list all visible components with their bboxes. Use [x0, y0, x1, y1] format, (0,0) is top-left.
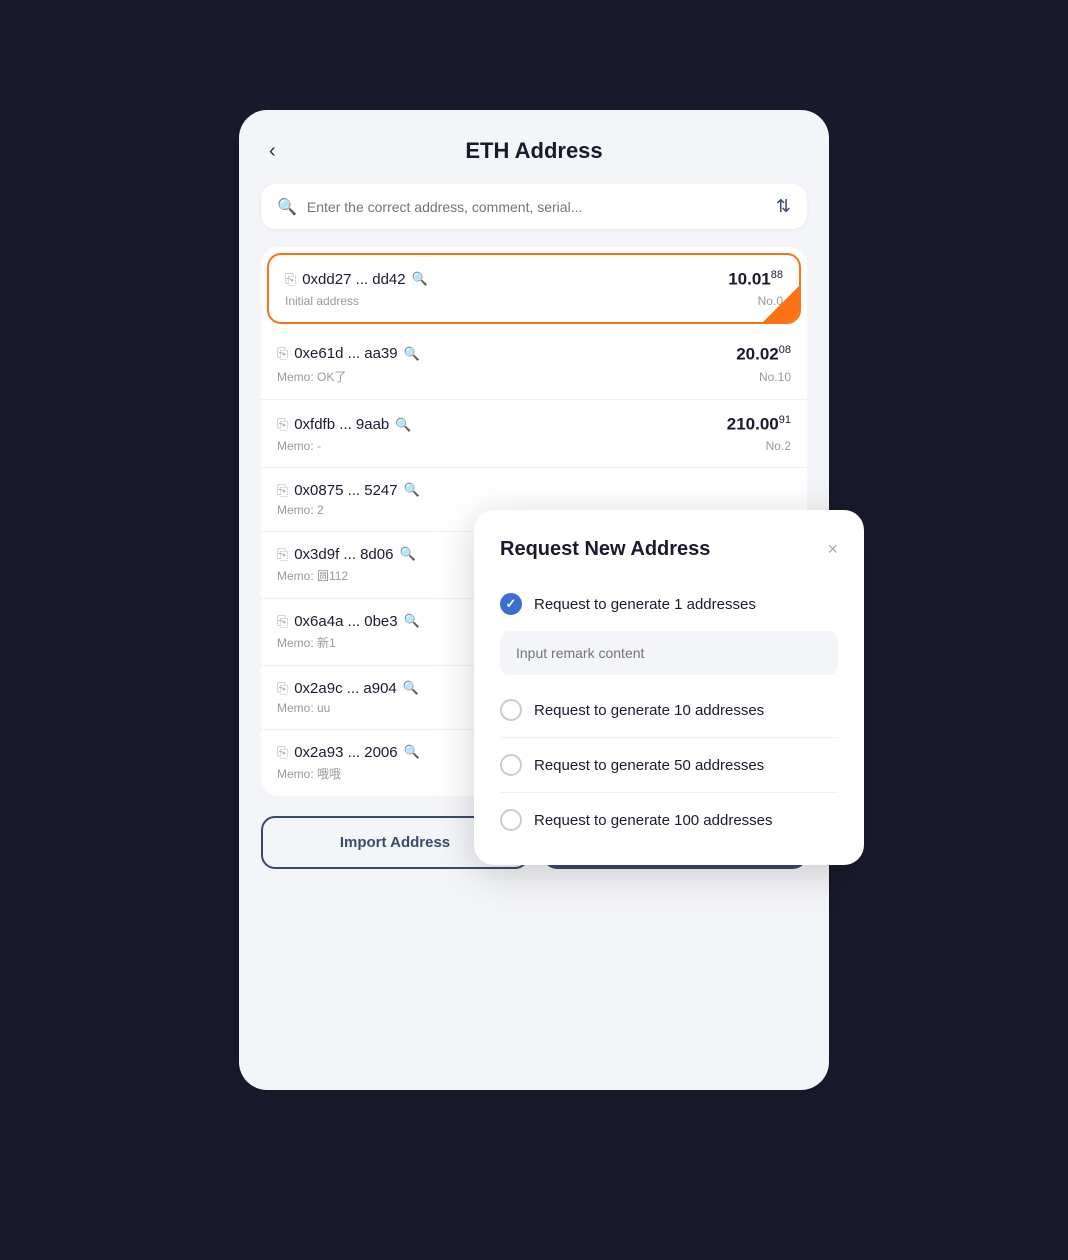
back-button[interactable]: ‹ — [261, 136, 284, 167]
copy-icon[interactable]: ⎘ — [277, 546, 288, 563]
address-text: 0xfdfb ... 9aab — [294, 416, 389, 433]
address-search-icon[interactable]: 🔍 — [395, 417, 411, 433]
modal-card: Request New Address × Request to generat… — [474, 510, 864, 865]
header: ‹ ETH Address — [261, 138, 807, 164]
radio-option[interactable]: Request to generate 50 addresses — [500, 744, 838, 786]
radio-label: Request to generate 50 addresses — [534, 757, 764, 774]
radio-label: Request to generate 10 addresses — [534, 702, 764, 719]
address-amount: 20.0208 — [736, 344, 791, 365]
address-memo: Memo: 哦哦 — [277, 765, 341, 782]
address-number: No.10 — [759, 370, 791, 384]
copy-icon[interactable]: ⎘ — [277, 680, 288, 697]
modal-title: Request New Address — [500, 538, 710, 561]
remark-input-wrap — [500, 631, 838, 675]
radio-label: Request to generate 1 addresses — [534, 596, 756, 613]
copy-icon[interactable]: ⎘ — [277, 416, 288, 433]
address-text: 0xdd27 ... dd42 — [302, 271, 405, 288]
copy-icon[interactable]: ⎘ — [277, 482, 288, 499]
address-amount: 210.0091 — [727, 414, 791, 435]
address-item[interactable]: ⎘ 0xfdfb ... 9aab 🔍 210.0091 Memo: - No.… — [261, 400, 807, 468]
radio-option[interactable]: Request to generate 10 addresses — [500, 689, 838, 731]
address-search-icon[interactable]: 🔍 — [404, 613, 420, 629]
address-search-icon[interactable]: 🔍 — [412, 271, 428, 287]
search-icon: 🔍 — [277, 197, 297, 217]
address-item[interactable]: ⎘ 0xe61d ... aa39 🔍 20.0208 Memo: OK了 No… — [261, 330, 807, 401]
address-text: 0x0875 ... 5247 — [294, 482, 397, 499]
modal-options: Request to generate 1 addresses Request … — [500, 583, 838, 841]
screen-container: ‹ ETH Address 🔍 ⇅ ⎘ 0xdd27 ... dd42 🔍 10… — [204, 80, 864, 1180]
address-text: 0x2a93 ... 2006 — [294, 744, 397, 761]
address-search-icon[interactable]: 🔍 — [404, 744, 420, 760]
radio-circle — [500, 593, 522, 615]
address-search-icon[interactable]: 🔍 — [399, 546, 415, 562]
selected-badge — [763, 286, 799, 322]
radio-circle — [500, 699, 522, 721]
radio-label: Request to generate 100 addresses — [534, 812, 773, 829]
filter-icon[interactable]: ⇅ — [776, 196, 791, 217]
address-search-icon[interactable]: 🔍 — [404, 482, 420, 498]
divider — [500, 737, 838, 738]
search-bar: 🔍 ⇅ — [261, 184, 807, 229]
address-memo: Memo: 新1 — [277, 634, 336, 651]
copy-icon[interactable]: ⎘ — [285, 271, 296, 288]
radio-option[interactable]: Request to generate 100 addresses — [500, 799, 838, 841]
radio-circle — [500, 809, 522, 831]
modal-close-button[interactable]: × — [827, 539, 838, 560]
address-memo: Memo: 圆112 — [277, 567, 348, 584]
address-memo: Memo: OK了 — [277, 368, 346, 385]
address-memo: Memo: - — [277, 439, 321, 453]
address-memo: Initial address — [285, 294, 359, 308]
radio-circle — [500, 754, 522, 776]
address-text: 0x6a4a ... 0be3 — [294, 613, 397, 630]
address-search-icon[interactable]: 🔍 — [403, 680, 419, 696]
modal-header: Request New Address × — [500, 538, 838, 561]
search-input[interactable] — [307, 199, 766, 215]
address-text: 0x3d9f ... 8d06 — [294, 546, 393, 563]
address-number: No.2 — [766, 439, 791, 453]
copy-icon[interactable]: ⎘ — [277, 744, 288, 761]
address-search-icon[interactable]: 🔍 — [404, 346, 420, 362]
address-memo: Memo: 2 — [277, 503, 324, 517]
divider — [500, 792, 838, 793]
address-item[interactable]: ⎘ 0xdd27 ... dd42 🔍 10.0188 Initial addr… — [267, 253, 801, 324]
copy-icon[interactable]: ⎘ — [277, 613, 288, 630]
page-title: ETH Address — [465, 138, 602, 164]
address-memo: Memo: uu — [277, 701, 330, 715]
address-text: 0xe61d ... aa39 — [294, 345, 397, 362]
radio-option[interactable]: Request to generate 1 addresses — [500, 583, 838, 625]
copy-icon[interactable]: ⎘ — [277, 345, 288, 362]
address-text: 0x2a9c ... a904 — [294, 680, 397, 697]
remark-input[interactable] — [500, 631, 838, 675]
